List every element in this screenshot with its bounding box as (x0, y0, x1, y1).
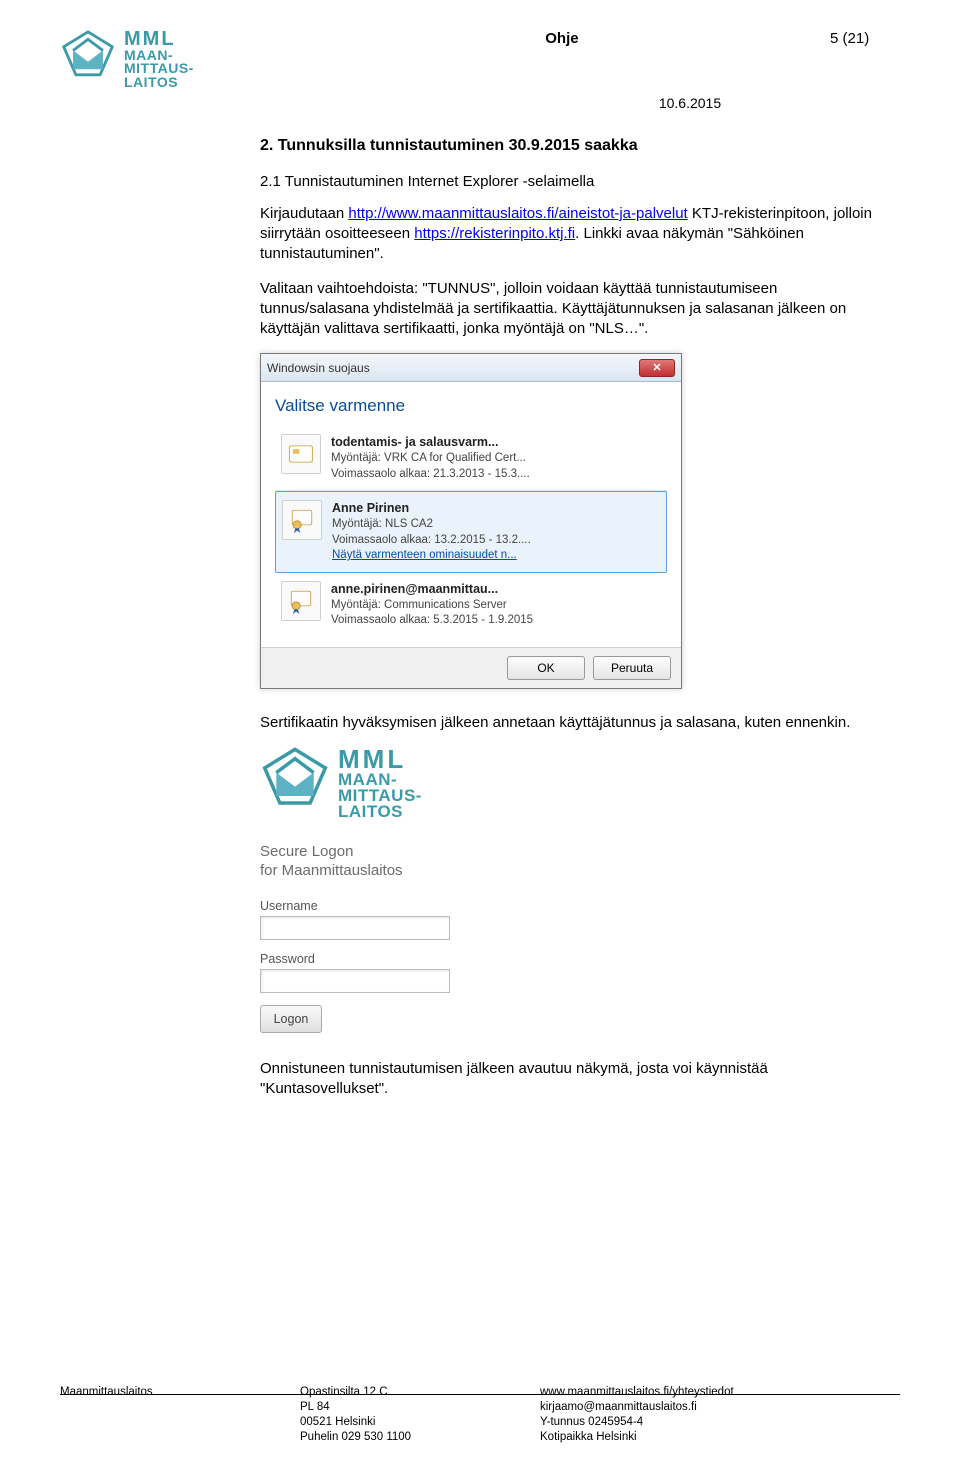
paragraph-final: Onnistuneen tunnistautumisen jälkeen ava… (260, 1059, 880, 1100)
dialog-footer: OK Peruuta (261, 647, 681, 688)
footer-col-3: www.maanmittauslaitos.fi/yhteystiedot ki… (540, 1385, 734, 1445)
cancel-button[interactable]: Peruuta (593, 656, 671, 680)
logon-button[interactable]: Logon (260, 1005, 322, 1033)
certificate-item-selected[interactable]: Anne Pirinen Myöntäjä: NLS CA2 Voimassao… (275, 491, 667, 572)
header-logo: MML MAAN- MITTAUS- LAITOS (60, 30, 194, 89)
windows-security-dialog: Windowsin suojaus ✕ Valitse varmenne tod… (260, 353, 682, 688)
mml-logo-icon (260, 747, 330, 817)
footer-col-1: Maanmittauslaitos (60, 1385, 300, 1445)
footer-city: Kotipaikka Helsinki (540, 1431, 637, 1443)
logo-line3: LAITOS (124, 76, 194, 89)
cert-text: todentamis- ja salausvarm... Myöntäjä: V… (331, 434, 530, 482)
cert-issuer: Myöntäjä: Communications Server (331, 598, 533, 614)
username-label: Username (260, 899, 560, 913)
section-heading: 2. Tunnuksilla tunnistautuminen 30.9.201… (260, 137, 880, 155)
dialog-close-button[interactable]: ✕ (639, 359, 675, 377)
cert-validity: Voimassaolo alkaa: 5.3.2015 - 1.9.2015 (331, 613, 533, 629)
ok-button[interactable]: OK (507, 656, 585, 680)
close-icon: ✕ (652, 361, 661, 374)
p1-text-a: Kirjaudutaan (260, 205, 348, 222)
password-row: Password (260, 952, 560, 993)
content-area: 2. Tunnuksilla tunnistautuminen 30.9.201… (260, 137, 880, 1100)
cert-text: Anne Pirinen Myöntäjä: NLS CA2 Voimassao… (332, 500, 531, 563)
password-input[interactable] (260, 969, 450, 993)
paragraph-tunnus: Valitaan vaihtoehdoista: "TUNNUS", jollo… (260, 279, 880, 340)
doc-date: 10.6.2015 (60, 95, 900, 111)
certificate-list: todentamis- ja salausvarm... Myöntäjä: V… (275, 426, 667, 636)
logon-form: MML MAAN- MITTAUS- LAITOS Secure Logon f… (260, 747, 560, 1033)
subsection-heading: 2.1 Tunnistautuminen Internet Explorer -… (260, 173, 880, 190)
cert-title: anne.pirinen@maanmittau... (331, 581, 533, 598)
logon-title-l1: Secure Logon (260, 843, 353, 860)
footer-address-2: PL 84 (300, 1401, 330, 1413)
cert-issuer: Myöntäjä: VRK CA for Qualified Cert... (331, 451, 530, 467)
footer-org: Maanmittauslaitos (60, 1386, 153, 1398)
footer-col-2: Opastinsilta 12 C PL 84 00521 Helsinki P… (300, 1385, 540, 1445)
link-rekisterinpito[interactable]: https://rekisterinpito.ktj.fi (414, 225, 575, 242)
dialog-titlebar: Windowsin suojaus ✕ (261, 354, 681, 382)
logon-title: Secure Logon for Maanmittauslaitos (260, 842, 560, 881)
cert-issuer: Myöntäjä: NLS CA2 (332, 517, 531, 533)
logo-line3: LAITOS (338, 804, 422, 820)
certificate-ribbon-icon (281, 581, 321, 621)
logon-logo: MML MAAN- MITTAUS- LAITOS (260, 747, 560, 820)
logo-text: MML MAAN- MITTAUS- LAITOS (124, 30, 194, 89)
footer-address-1: Opastinsilta 12 C (300, 1386, 388, 1398)
footer-address-3: 00521 Helsinki (300, 1416, 375, 1428)
cert-title: Anne Pirinen (332, 500, 531, 517)
doc-type: Ohje (194, 30, 830, 47)
cert-title: todentamis- ja salausvarm... (331, 434, 530, 451)
dialog-title: Windowsin suojaus (267, 361, 370, 375)
cert-details-link[interactable]: Näytä varmenteen ominaisuudet n... (332, 548, 531, 564)
footer-phone: Puhelin 029 530 1100 (300, 1431, 411, 1443)
link-aineistot[interactable]: http://www.maanmittauslaitos.fi/aineisto… (348, 205, 687, 222)
certificate-card-icon (281, 434, 321, 474)
certificate-ribbon-icon (282, 500, 322, 540)
cert-validity: Voimassaolo alkaa: 13.2.2015 - 13.2.... (332, 533, 531, 549)
username-row: Username (260, 899, 560, 940)
page-footer: Maanmittauslaitos Opastinsilta 12 C PL 8… (60, 1385, 900, 1445)
certificate-item[interactable]: todentamis- ja salausvarm... Myöntäjä: V… (275, 426, 667, 491)
footer-email: kirjaamo@maanmittauslaitos.fi (540, 1401, 697, 1413)
password-label: Password (260, 952, 560, 966)
logo-mml: MML (338, 747, 422, 772)
footer-vat: Y-tunnus 0245954-4 (540, 1416, 643, 1428)
certificate-item[interactable]: anne.pirinen@maanmittau... Myöntäjä: Com… (275, 573, 667, 637)
dialog-body: Valitse varmenne todentamis- ja salausva… (261, 382, 681, 646)
page-number: 5 (21) (830, 30, 900, 47)
cert-validity: Voimassaolo alkaa: 21.3.2013 - 15.3.... (331, 467, 530, 483)
logon-title-l2: for Maanmittauslaitos (260, 862, 403, 879)
paragraph-after-dialog: Sertifikaatin hyväksymisen jälkeen annet… (260, 713, 880, 733)
paragraph-intro: Kirjaudutaan http://www.maanmittauslaito… (260, 204, 880, 265)
footer-url: www.maanmittauslaitos.fi/yhteystiedot (540, 1386, 734, 1398)
dialog-prompt: Valitse varmenne (275, 396, 667, 416)
page-header: MML MAAN- MITTAUS- LAITOS Ohje 5 (21) (60, 30, 900, 89)
cert-text: anne.pirinen@maanmittau... Myöntäjä: Com… (331, 581, 533, 629)
logon-logo-text: MML MAAN- MITTAUS- LAITOS (338, 747, 422, 820)
username-input[interactable] (260, 916, 450, 940)
mml-logo-icon (60, 30, 116, 86)
